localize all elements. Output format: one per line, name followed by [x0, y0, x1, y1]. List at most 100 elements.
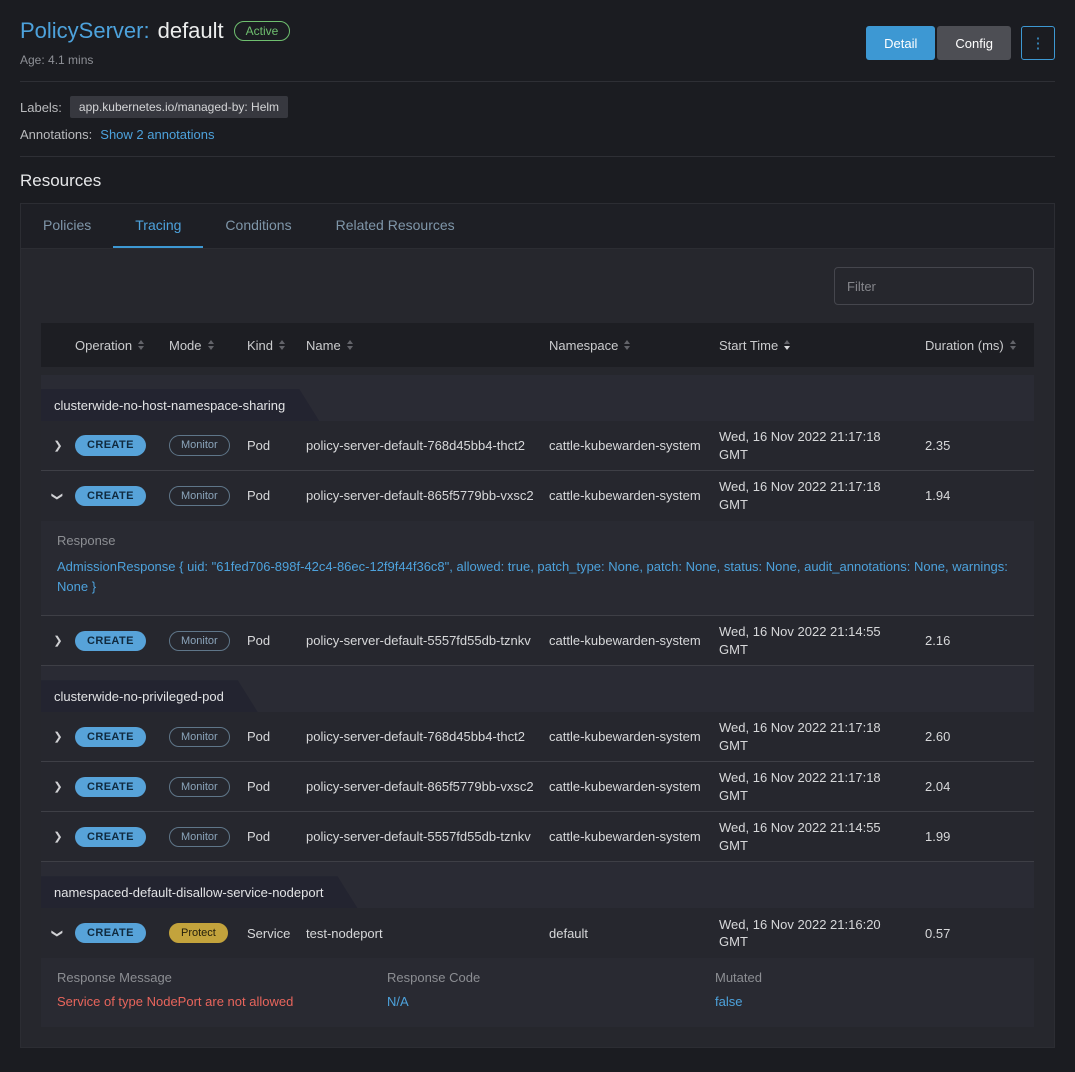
duration-cell: 2.35: [925, 437, 1034, 455]
sort-desc-arrow: [347, 346, 353, 350]
field-value: false: [715, 994, 1018, 1009]
mode-badge: Monitor: [169, 435, 230, 455]
name-cell: policy-server-default-5557fd55db-tznkv: [306, 632, 549, 650]
field-value: Service of type NodePort are not allowed: [57, 994, 387, 1009]
config-button[interactable]: Config: [937, 26, 1011, 60]
sort-icon: [138, 340, 144, 350]
group-name: clusterwide-no-host-namespace-sharing: [54, 398, 285, 413]
column-header-operation[interactable]: Operation: [75, 338, 169, 353]
trace-group: clusterwide-no-privileged-pod❯CREATEMoni…: [41, 666, 1034, 862]
start-time-cell: Wed, 16 Nov 2022 21:17:18 GMT: [719, 478, 925, 513]
group-header: namespaced-default-disallow-service-node…: [41, 876, 358, 908]
column-header-namespace[interactable]: Namespace: [549, 338, 719, 353]
response-label: Response: [57, 533, 1018, 548]
sort-icon: [347, 340, 353, 350]
tab-policies[interactable]: Policies: [21, 204, 113, 248]
duration-cell: 1.99: [925, 828, 1034, 846]
row-expand-toggle[interactable]: ❯: [41, 634, 75, 647]
column-header-start-time[interactable]: Start Time: [719, 338, 925, 353]
operation-cell: CREATE: [75, 923, 169, 943]
row-expand-toggle[interactable]: ❯: [41, 439, 75, 452]
namespace-cell: cattle-kubewarden-system: [549, 778, 719, 796]
mode-badge: Monitor: [169, 827, 230, 847]
tracing-table: OperationModeKind NameNamespace Start Time…: [41, 323, 1034, 1027]
show-annotations-link[interactable]: Show 2 annotations: [100, 127, 214, 142]
row-expand-toggle[interactable]: ❯: [41, 780, 75, 793]
duration-cell: 1.94: [925, 487, 1034, 505]
divider: [20, 156, 1055, 157]
kind-cell: Pod: [247, 437, 306, 455]
column-header-duration-ms[interactable]: Duration (ms): [925, 338, 1034, 353]
status-badge: Active: [234, 21, 291, 41]
response-text: AdmissionResponse { uid: "61fed706-898f-…: [57, 557, 1018, 597]
detail-field: Response Code N/A: [387, 970, 715, 1009]
row-expand-toggle[interactable]: ❯: [41, 730, 75, 743]
start-time-cell: Wed, 16 Nov 2022 21:14:55 GMT: [719, 819, 925, 854]
trace-row: ❯ CREATE Monitor Podpolicy-server-default-7…: [41, 421, 1034, 471]
tab-conditions[interactable]: Conditions: [203, 204, 313, 248]
table-body: clusterwide-no-host-namespace-sharing❯CR…: [41, 375, 1034, 1027]
column-header-kind[interactable]: Kind: [247, 338, 306, 353]
tabs: PoliciesTracingConditionsRelated Resourc…: [20, 203, 1055, 248]
actions-menu-button[interactable]: ⋮: [1021, 26, 1055, 60]
sort-desc-arrow: [279, 346, 285, 350]
tab-tracing[interactable]: Tracing: [113, 204, 203, 248]
chevron-right-icon: ❯: [53, 730, 62, 743]
labels-label: Labels:: [20, 100, 62, 115]
annotations-label: Annotations:: [20, 127, 92, 142]
start-time-cell: Wed, 16 Nov 2022 21:17:18 GMT: [719, 769, 925, 804]
title-block: PolicyServer: default Active Age: 4.1 mi…: [20, 18, 290, 67]
operation-cell: CREATE: [75, 777, 169, 797]
resources-title: Resources: [20, 171, 1055, 191]
operation-badge: CREATE: [75, 777, 146, 797]
start-time-cell: Wed, 16 Nov 2022 21:17:18 GMT: [719, 428, 925, 463]
tracing-panel: OperationModeKind NameNamespace Start Time…: [20, 248, 1055, 1048]
labels-row: Labels: app.kubernetes.io/managed-by: He…: [20, 96, 1055, 118]
row-detail: Response AdmissionResponse { uid: "61fed7…: [41, 521, 1034, 616]
field-label: Response Code: [387, 970, 715, 985]
column-header-name[interactable]: Name: [306, 338, 549, 353]
sort-desc-arrow: [1010, 346, 1016, 350]
mode-cell: Monitor: [169, 435, 247, 455]
kind-cell: Pod: [247, 778, 306, 796]
operation-badge: CREATE: [75, 435, 146, 455]
detail-field: Response MessageService of type NodePort…: [57, 970, 387, 1009]
duration-cell: 0.57: [925, 925, 1034, 943]
trace-row: ❯CREATEMonitorPodpolicy-server-default-7…: [41, 712, 1034, 762]
divider: [20, 81, 1055, 82]
field-value: N/A: [387, 994, 715, 1009]
kebab-icon: ⋮: [1031, 35, 1046, 52]
operation-cell: CREATE: [75, 631, 169, 651]
detail-field: Mutatedfalse: [715, 970, 1018, 1009]
detail-button[interactable]: Detail: [866, 26, 935, 60]
row-expand-toggle[interactable]: ❯: [41, 927, 75, 940]
group-header: clusterwide-no-host-namespace-sharing: [41, 389, 319, 421]
duration-cell: 2.16: [925, 632, 1034, 650]
group-band: namespaced-default-disallow-service-node…: [41, 862, 1034, 908]
column-label: Namespace: [549, 338, 618, 353]
mode-badge: Monitor: [169, 486, 230, 506]
tab-related-resources[interactable]: Related Resources: [314, 204, 477, 248]
row-expand-toggle[interactable]: ❯: [41, 830, 75, 843]
row-expand-toggle[interactable]: ❯: [41, 490, 75, 503]
name-cell: policy-server-default-768d45bb4-thct2: [306, 437, 549, 455]
sort-desc-arrow: [784, 346, 790, 350]
trace-row: ❯CREATEMonitorPodpolicy-server-default-8…: [41, 762, 1034, 812]
operation-cell: CREATE: [75, 486, 169, 506]
column-label: Kind: [247, 338, 273, 353]
page-title: PolicyServer: default Active: [20, 18, 290, 44]
filter-row: [21, 249, 1054, 323]
chevron-right-icon: ❯: [53, 439, 62, 452]
operation-cell: CREATE: [75, 435, 169, 455]
kind-cell: Pod: [247, 728, 306, 746]
group-header: clusterwide-no-privileged-pod: [41, 680, 258, 712]
operation-badge: CREATE: [75, 727, 146, 747]
header-actions: Detail Config ⋮: [866, 26, 1055, 60]
mode-cell: Monitor: [169, 827, 247, 847]
sort-desc-arrow: [624, 346, 630, 350]
sort-asc-arrow: [624, 340, 630, 344]
column-header-mode[interactable]: Mode: [169, 338, 247, 353]
namespace-cell: cattle-kubewarden-system: [549, 437, 719, 455]
filter-input[interactable]: [834, 267, 1034, 305]
page-header: PolicyServer: default Active Age: 4.1 mi…: [20, 18, 1055, 67]
